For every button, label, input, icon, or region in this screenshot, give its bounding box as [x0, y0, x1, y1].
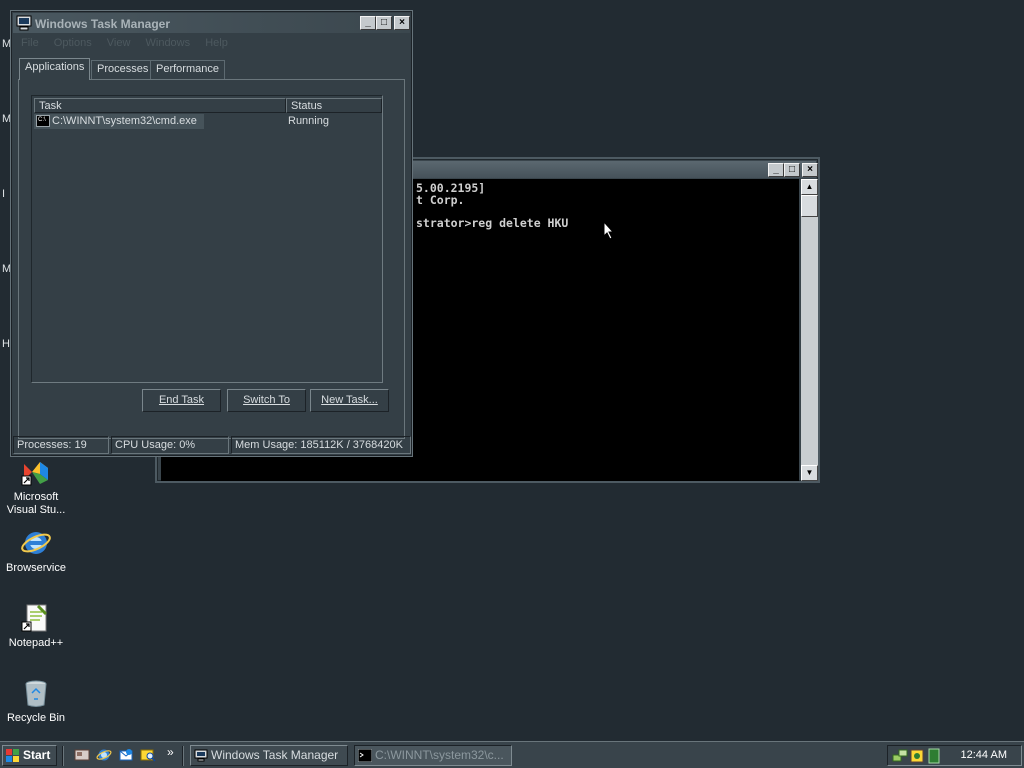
desktop-icon-label-partial: I	[2, 188, 6, 200]
task-name-cell[interactable]: C:\ C:\WINNT\system32\cmd.exe	[34, 114, 204, 129]
desktop-icon-label: Notepad++	[8, 637, 64, 649]
windows-logo-icon	[6, 749, 19, 762]
taskbar-button-cmd[interactable]: C:\WINNT\system32\c...	[354, 745, 512, 766]
task-list[interactable]: Task Status C:\ C:\WINNT\system32\cmd.ex…	[31, 95, 383, 383]
vertical-scrollbar[interactable]: ▲ ▼	[801, 179, 818, 481]
switch-to-button[interactable]: Switch To	[227, 389, 306, 412]
task-manager-icon	[16, 15, 32, 31]
start-button[interactable]: Start	[2, 745, 57, 766]
menu-options[interactable]: Options	[48, 35, 98, 51]
column-header-status[interactable]: Status	[286, 98, 382, 113]
outlook-express-icon[interactable]	[118, 747, 134, 763]
console-icon: C:\	[36, 115, 50, 127]
task-name: C:\WINNT\system32\cmd.exe	[52, 115, 197, 127]
internet-explorer-icon[interactable]	[96, 747, 112, 763]
desktop-icon-label-partial: H	[2, 338, 10, 350]
start-label: Start	[23, 748, 51, 762]
taskbar-button-task-manager[interactable]: Windows Task Manager	[190, 745, 348, 766]
status-cpu: CPU Usage: 0%	[111, 436, 229, 454]
taskbar-separator	[182, 746, 184, 766]
internet-explorer-icon	[20, 527, 52, 559]
column-header-task[interactable]: Task	[34, 98, 286, 113]
task-status: Running	[288, 115, 329, 127]
new-task-label: New Task...	[321, 394, 378, 406]
status-memory: Mem Usage: 185112K / 3768420K	[231, 436, 411, 454]
end-task-button[interactable]: End Task	[142, 389, 221, 412]
maximize-button[interactable]: □	[376, 16, 392, 30]
taskbar-button-label: C:\WINNT\system32\c...	[375, 748, 504, 762]
tab-processes[interactable]: Processes	[91, 60, 155, 79]
taskbar-separator	[62, 746, 64, 766]
desktop-icon-label: Recycle Bin	[6, 712, 66, 724]
close-button[interactable]: ×	[394, 16, 410, 30]
tab-applications[interactable]: Applications	[19, 58, 91, 80]
system-tray: 12:44 AM	[887, 745, 1022, 766]
explorer-search-icon[interactable]	[140, 747, 156, 763]
desktop-icon-recycle-bin[interactable]: Recycle Bin	[0, 677, 74, 725]
list-header: Task Status	[34, 98, 382, 113]
network-icon[interactable]	[892, 748, 908, 764]
battery-icon[interactable]	[928, 748, 940, 764]
menu-file[interactable]: File	[15, 35, 45, 51]
maximize-button[interactable]: □	[784, 163, 800, 177]
notepadpp-icon	[20, 602, 52, 634]
minimize-button[interactable]: _	[768, 163, 784, 177]
desktop-icon-label: Microsoft Visual Stu...	[6, 491, 66, 516]
task-row[interactable]: C:\ C:\WINNT\system32\cmd.exe Running	[34, 114, 380, 129]
volume-icon[interactable]	[910, 748, 924, 764]
taskbar-button-label: Windows Task Manager	[211, 748, 339, 762]
close-button[interactable]: ×	[802, 163, 818, 177]
mouse-cursor-icon	[603, 221, 615, 240]
end-task-label: End Task	[158, 394, 205, 406]
desktop-icon-browservice[interactable]: Browservice	[0, 527, 74, 575]
quicklaunch-overflow-chevron[interactable]: »	[167, 745, 174, 759]
window-title: Windows Task Manager	[35, 17, 171, 31]
console-line: strator>reg delete HKU	[416, 216, 569, 230]
menu-windows[interactable]: Windows	[140, 35, 197, 51]
status-bar: Processes: 19 CPU Usage: 0% Mem Usage: 1…	[13, 436, 411, 454]
console-line: t Corp.	[416, 193, 465, 207]
scroll-up-button[interactable]: ▲	[801, 179, 818, 195]
menu-view[interactable]: View	[101, 35, 137, 51]
visual-studio-icon	[20, 456, 52, 488]
desktop-icon-label: Browservice	[6, 562, 66, 574]
status-processes: Processes: 19	[13, 436, 109, 454]
tab-performance[interactable]: Performance	[150, 60, 225, 79]
menu-help[interactable]: Help	[199, 35, 234, 51]
desktop-icon-visual-studio[interactable]: Microsoft Visual Stu...	[0, 456, 74, 517]
minimize-button[interactable]: _	[360, 16, 376, 30]
recycle-bin-icon	[20, 677, 52, 709]
scroll-down-button[interactable]: ▼	[801, 465, 818, 481]
switch-to-label: Switch To	[243, 394, 290, 406]
scroll-thumb[interactable]	[801, 195, 818, 217]
desktop-icon-notepadpp[interactable]: Notepad++	[0, 602, 74, 650]
task-manager-icon	[194, 749, 208, 762]
menu-bar: File Options View Windows Help	[15, 35, 408, 53]
clock[interactable]: 12:44 AM	[961, 749, 1007, 761]
show-desktop-icon[interactable]	[74, 747, 90, 763]
task-manager-titlebar[interactable]: Windows Task Manager _ □ ×	[13, 13, 410, 33]
taskbar: Start » Windows Task Manager C:\WINNT\sy…	[0, 741, 1024, 768]
new-task-button[interactable]: New Task...	[310, 389, 389, 412]
task-manager-window[interactable]: Windows Task Manager _ □ × File Options …	[10, 10, 413, 457]
console-icon	[358, 749, 372, 762]
